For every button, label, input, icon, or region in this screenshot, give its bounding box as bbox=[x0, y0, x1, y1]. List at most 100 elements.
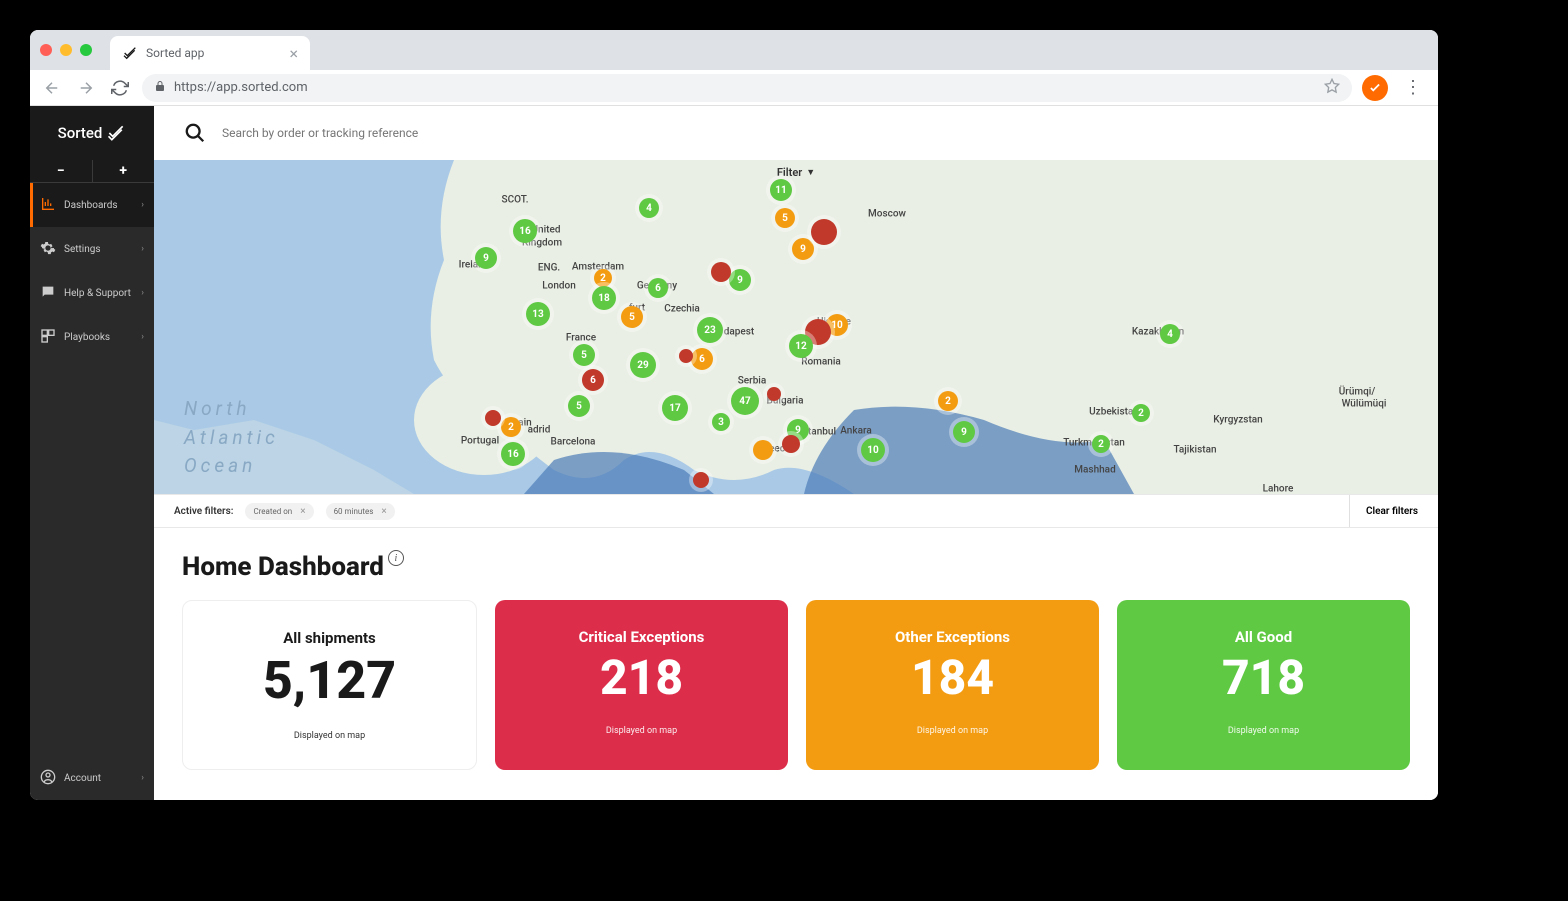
map-cluster-bubble[interactable]: 9 bbox=[792, 238, 814, 260]
extension-icon[interactable] bbox=[1362, 75, 1388, 101]
sidebar-item-account[interactable]: Account › bbox=[30, 756, 154, 800]
card-sublabel: Displayed on map bbox=[826, 726, 1079, 736]
map-place-label: London bbox=[542, 281, 576, 292]
map-cluster-bubble[interactable]: 2 bbox=[938, 391, 958, 411]
card-value: 718 bbox=[1137, 654, 1390, 702]
map-cluster-bubble[interactable]: 13 bbox=[526, 302, 550, 326]
card-sublabel: Displayed on map bbox=[1137, 726, 1390, 736]
window-controls bbox=[40, 44, 92, 56]
search-bar bbox=[154, 106, 1438, 160]
card-other-exceptions[interactable]: Other Exceptions 184 Displayed on map bbox=[806, 600, 1099, 770]
map-cluster-bubble[interactable]: 6 bbox=[648, 278, 668, 298]
card-label: Critical Exceptions bbox=[515, 628, 768, 646]
remove-filter-icon[interactable]: × bbox=[381, 506, 386, 517]
map-cluster-bubble[interactable]: 9 bbox=[953, 421, 975, 443]
browser-tab[interactable]: Sorted app × bbox=[110, 36, 310, 70]
map-cluster-bubble[interactable]: 6 bbox=[582, 369, 604, 391]
map-cluster-bubble[interactable]: 11 bbox=[770, 179, 792, 201]
filter-chip[interactable]: 60 minutes × bbox=[326, 503, 395, 520]
map-cluster-bubble[interactable]: 3 bbox=[712, 413, 730, 431]
bookmark-star-icon[interactable] bbox=[1324, 78, 1340, 98]
map-place-label: Tajikistan bbox=[1173, 445, 1216, 456]
map-cluster-bubble[interactable] bbox=[693, 472, 709, 488]
map-place-label: Czechia bbox=[664, 304, 700, 315]
search-input[interactable] bbox=[222, 126, 1408, 140]
card-critical-exceptions[interactable]: Critical Exceptions 218 Displayed on map bbox=[495, 600, 788, 770]
map-cluster-bubble[interactable]: 4 bbox=[639, 198, 659, 218]
app-logo: Sorted bbox=[30, 106, 154, 160]
main-content: Filter ▼ North Atlantic Ocean SCOT.Unite… bbox=[154, 106, 1438, 800]
map-cluster-bubble[interactable]: 5 bbox=[568, 395, 590, 417]
map-cluster-bubble[interactable] bbox=[679, 349, 693, 363]
map[interactable]: Filter ▼ North Atlantic Ocean SCOT.Unite… bbox=[154, 160, 1438, 494]
map-cluster-bubble[interactable]: 9 bbox=[475, 247, 497, 269]
remove-filter-icon[interactable]: × bbox=[300, 506, 305, 517]
map-cluster-bubble[interactable]: 2 bbox=[1132, 404, 1150, 422]
map-cluster-bubble[interactable]: 17 bbox=[662, 395, 688, 421]
map-cluster-bubble[interactable]: 47 bbox=[731, 387, 759, 415]
browser-menu-button[interactable]: ⋮ bbox=[1398, 77, 1428, 98]
map-cluster-bubble[interactable] bbox=[753, 440, 773, 460]
map-place-label: Mashhad bbox=[1074, 465, 1115, 476]
map-cluster-bubble[interactable] bbox=[767, 387, 781, 401]
map-cluster-bubble[interactable]: 2 bbox=[501, 417, 521, 437]
close-window-button[interactable] bbox=[40, 44, 52, 56]
map-cluster-bubble[interactable]: 23 bbox=[697, 317, 723, 343]
map-cluster-bubble[interactable]: 5 bbox=[573, 344, 595, 366]
back-button[interactable] bbox=[40, 76, 64, 100]
minimize-window-button[interactable] bbox=[60, 44, 72, 56]
card-all-good[interactable]: All Good 718 Displayed on map bbox=[1117, 600, 1410, 770]
map-cluster-bubble[interactable]: 18 bbox=[592, 286, 616, 310]
sidebar-item-label: Dashboards bbox=[64, 200, 118, 211]
map-cluster-bubble[interactable]: 12 bbox=[789, 334, 813, 358]
reload-button[interactable] bbox=[108, 76, 132, 100]
card-value: 218 bbox=[515, 654, 768, 702]
map-cluster-bubble[interactable] bbox=[711, 262, 731, 282]
sidebar-item-settings[interactable]: Settings › bbox=[30, 227, 154, 271]
filter-chip[interactable]: Created on × bbox=[245, 503, 313, 520]
address-bar[interactable]: https://app.sorted.com bbox=[142, 74, 1352, 102]
map-place-label: Portugal bbox=[461, 436, 499, 447]
sidebar-item-help[interactable]: Help & Support › bbox=[30, 271, 154, 315]
map-cluster-bubble[interactable]: 4 bbox=[1160, 324, 1180, 344]
close-tab-button[interactable]: × bbox=[289, 44, 298, 63]
tab-title: Sorted app bbox=[146, 46, 204, 60]
map-cluster-bubble[interactable]: 29 bbox=[630, 352, 656, 378]
sidebar-item-playbooks[interactable]: Playbooks › bbox=[30, 315, 154, 359]
browser-tab-strip: Sorted app × bbox=[30, 30, 1438, 70]
sidebar-item-label: Settings bbox=[64, 244, 101, 255]
map-cluster-bubble[interactable]: 9 bbox=[729, 269, 751, 291]
card-value: 184 bbox=[826, 654, 1079, 702]
card-label: Other Exceptions bbox=[826, 628, 1079, 646]
sidebar-item-label: Playbooks bbox=[64, 332, 110, 343]
map-cluster-bubble[interactable]: 2 bbox=[594, 269, 612, 287]
playbook-icon bbox=[40, 328, 56, 347]
gear-icon bbox=[40, 240, 56, 259]
sidebar-item-dashboards[interactable]: Dashboards › bbox=[30, 183, 154, 227]
map-cluster-bubble[interactable] bbox=[782, 435, 800, 453]
card-all-shipments[interactable]: All shipments 5,127 Displayed on map bbox=[182, 600, 477, 770]
map-cluster-bubble[interactable]: 16 bbox=[513, 219, 537, 243]
map-cluster-bubble[interactable]: 2 bbox=[1092, 435, 1110, 453]
map-cluster-bubble[interactable]: 5 bbox=[621, 306, 643, 328]
browser-window: Sorted app × https://app.sorted.com ⋮ So… bbox=[30, 30, 1438, 800]
map-place-label: Kyrgyzstan bbox=[1213, 415, 1263, 426]
map-cluster-bubble[interactable]: 5 bbox=[775, 208, 795, 228]
chevron-right-icon: › bbox=[141, 773, 144, 783]
chevron-down-icon: ▼ bbox=[806, 167, 815, 178]
forward-button[interactable] bbox=[74, 76, 98, 100]
sidebar-item-label: Account bbox=[64, 773, 101, 784]
map-cluster-bubble[interactable] bbox=[485, 410, 501, 426]
zoom-in-button[interactable]: + bbox=[93, 160, 155, 182]
clear-filters-button[interactable]: Clear filters bbox=[1349, 495, 1418, 527]
map-cluster-bubble[interactable]: 6 bbox=[691, 348, 713, 370]
map-cluster-bubble[interactable]: 10 bbox=[861, 438, 885, 462]
map-cluster-bubble[interactable] bbox=[811, 219, 837, 245]
info-icon[interactable]: i bbox=[388, 550, 404, 566]
browser-toolbar: https://app.sorted.com ⋮ bbox=[30, 70, 1438, 106]
map-cluster-bubble[interactable]: 16 bbox=[501, 442, 525, 466]
maximize-window-button[interactable] bbox=[80, 44, 92, 56]
zoom-out-button[interactable]: − bbox=[30, 160, 93, 182]
map-filter-button[interactable]: Filter ▼ bbox=[777, 166, 815, 179]
sidebar: Sorted − + Dashboards › Settings › Help … bbox=[30, 106, 154, 800]
